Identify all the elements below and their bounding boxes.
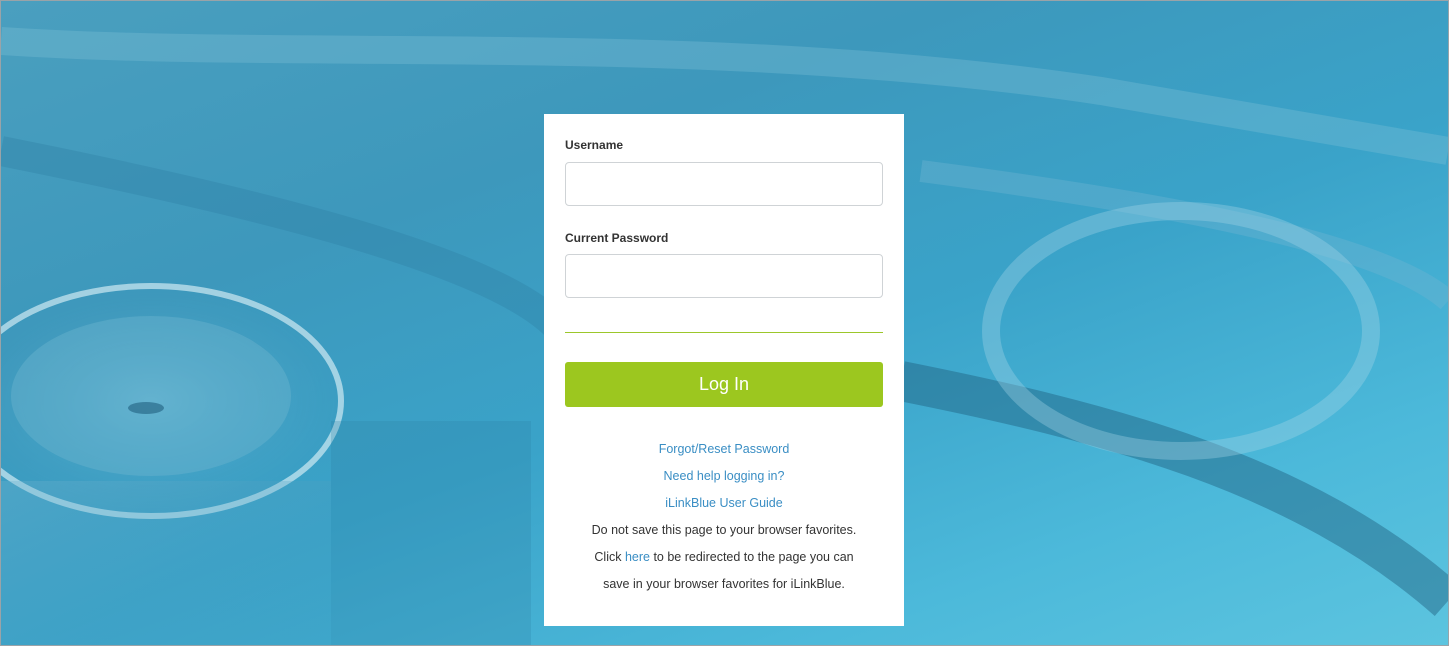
password-input[interactable]	[565, 254, 883, 298]
notice-line-1: Do not save this page to your browser fa…	[591, 523, 857, 537]
forgot-password-link[interactable]: Forgot/Reset Password	[544, 436, 904, 463]
username-label: Username	[565, 138, 624, 152]
user-guide-link[interactable]: iLinkBlue User Guide	[544, 490, 904, 517]
login-page: Username Current Password Log In Forgot/…	[0, 0, 1449, 646]
login-card: Username Current Password Log In Forgot/…	[544, 114, 904, 626]
password-label: Current Password	[565, 231, 669, 245]
notice-line-2: Click here to be redirected to the page …	[544, 544, 904, 571]
divider	[565, 332, 883, 333]
help-links: Forgot/Reset Password Need help logging …	[544, 436, 904, 598]
favorites-notice: Do not save this page to your browser fa…	[544, 517, 904, 598]
notice-click-suffix: to be redirected to the page you can	[649, 550, 854, 564]
username-input[interactable]	[565, 162, 883, 206]
notice-line-3: save in your browser favorites for iLink…	[603, 577, 845, 591]
need-help-link[interactable]: Need help logging in?	[544, 463, 904, 490]
here-link[interactable]: here	[625, 550, 650, 564]
login-button[interactable]: Log In	[565, 362, 883, 407]
notice-click-prefix: Click	[594, 550, 625, 564]
